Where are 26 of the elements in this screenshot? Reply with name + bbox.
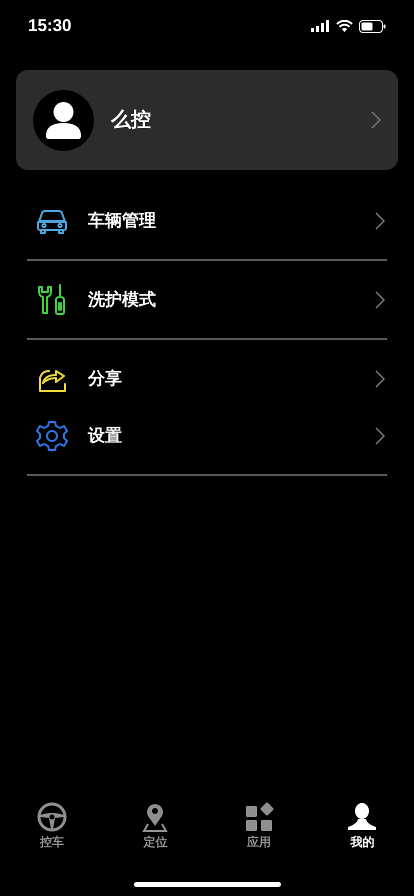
menu-label: 车辆管理 — [88, 210, 157, 232]
chevron-icon — [375, 290, 385, 308]
menu-label: 洗护模式 — [88, 288, 157, 311]
tab-button[interactable]: 应用 — [207, 802, 310, 854]
person-icon — [346, 802, 378, 832]
signal-icon — [311, 20, 330, 32]
menu-label: 设置 — [88, 424, 123, 447]
tab-button[interactable]: 我的 — [310, 802, 414, 854]
profile-card[interactable]: 么控 — [16, 70, 398, 170]
wifi-icon — [336, 20, 353, 32]
avatar-icon — [33, 90, 94, 150]
menu-item[interactable]: 分享 — [0, 350, 414, 407]
tab-button[interactable]: 控车 — [0, 802, 104, 854]
menu-item[interactable]: 洗护模式 — [0, 271, 414, 328]
chevron-icon — [375, 370, 385, 388]
menu-label: 分享 — [88, 368, 123, 390]
battery-icon — [359, 20, 386, 32]
chevron-icon — [371, 111, 381, 129]
menu-item[interactable]: 设置 — [0, 407, 414, 464]
profile-name: 么控 — [111, 108, 152, 133]
tab-button[interactable]: 定位 — [104, 802, 207, 854]
menu-item[interactable]: 车辆管理 — [0, 192, 414, 249]
status-time: 15:30 — [28, 15, 72, 38]
chevron-icon — [375, 212, 385, 230]
steering-wheel-icon — [36, 802, 68, 832]
chevron-icon — [375, 426, 385, 444]
